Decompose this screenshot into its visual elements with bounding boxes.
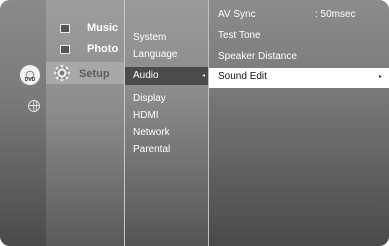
setting-label: Sound Edit xyxy=(218,71,267,82)
setting-row-sound-edit[interactable]: Sound Edit ▸ xyxy=(209,68,389,88)
setting-row-test-tone[interactable]: Test Tone xyxy=(209,27,389,47)
setting-label: Test Tone xyxy=(218,30,261,41)
menu-item-photo-label: Photo xyxy=(87,43,119,55)
setting-row-av-sync[interactable]: AV Sync : 50msec xyxy=(209,6,389,26)
menu-item-music[interactable]: Music xyxy=(60,22,118,34)
category-item-system[interactable]: System xyxy=(133,32,166,43)
category-item-language[interactable]: Language xyxy=(133,49,178,60)
menu-item-setup-label: Setup xyxy=(79,68,110,80)
category-menu: System Language Audio ◂ Display HDMI Net… xyxy=(124,0,209,246)
gear-icon xyxy=(53,64,71,82)
photo-icon xyxy=(60,44,70,54)
setting-value: : 50msec xyxy=(315,9,356,20)
category-item-network[interactable]: Network xyxy=(133,127,170,138)
category-item-hdmi[interactable]: HDMI xyxy=(133,110,159,121)
audio-settings-menu: AV Sync : 50msec Test Tone Speaker Dista… xyxy=(208,0,389,246)
category-item-display[interactable]: Display xyxy=(133,93,166,104)
dvd-label: DVD xyxy=(24,77,36,83)
settings-screen: DVD Music Photo Setup System Language Au… xyxy=(0,0,389,246)
device-icon-column: DVD xyxy=(0,0,46,246)
left-arrow-icon: ◂ xyxy=(201,73,205,79)
setting-label: Speaker Distance xyxy=(218,51,297,62)
right-arrow-icon: ▸ xyxy=(378,74,382,80)
music-icon xyxy=(60,23,70,33)
category-item-audio[interactable]: Audio ◂ xyxy=(125,67,209,85)
globe-icon[interactable] xyxy=(28,100,40,112)
menu-item-photo[interactable]: Photo xyxy=(60,43,118,55)
category-item-audio-label: Audio xyxy=(133,70,159,81)
category-item-parental[interactable]: Parental xyxy=(133,144,170,155)
setting-label: AV Sync xyxy=(218,9,256,20)
setting-row-speaker-distance[interactable]: Speaker Distance xyxy=(209,48,389,68)
menu-item-music-label: Music xyxy=(87,22,119,34)
